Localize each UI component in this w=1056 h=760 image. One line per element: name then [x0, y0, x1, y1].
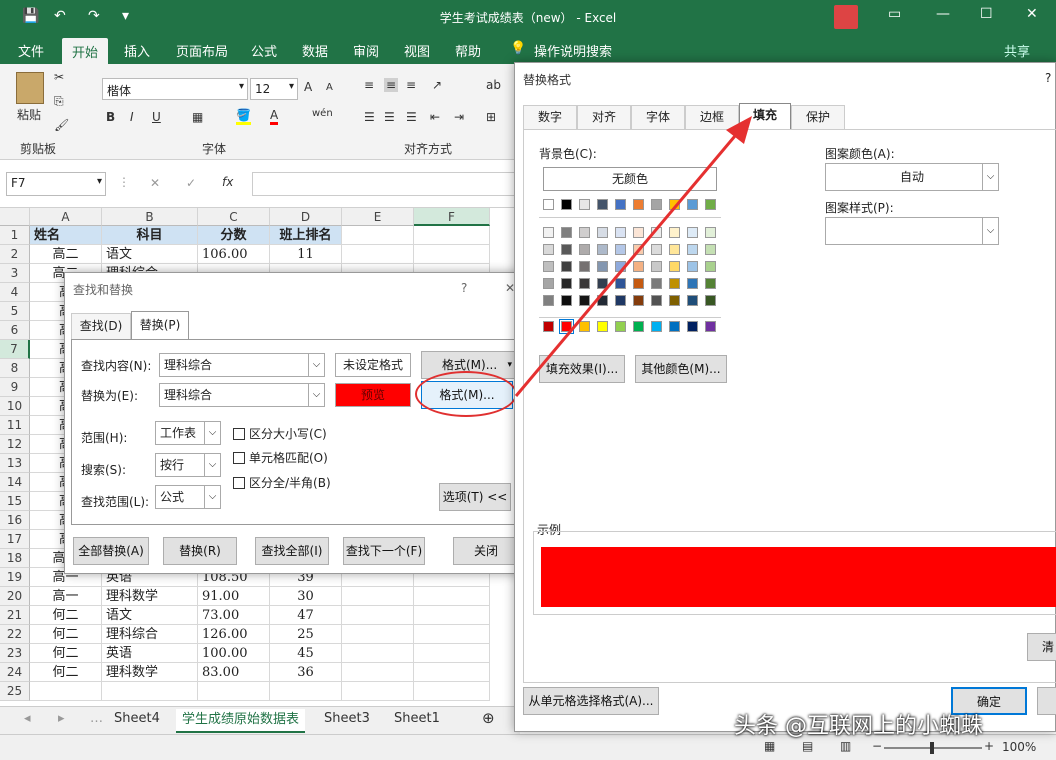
watermark: 头条 @互联网上的小蜘蛛	[734, 714, 983, 739]
arrow-shaft	[514, 129, 742, 397]
annotation-arrow	[514, 116, 752, 397]
